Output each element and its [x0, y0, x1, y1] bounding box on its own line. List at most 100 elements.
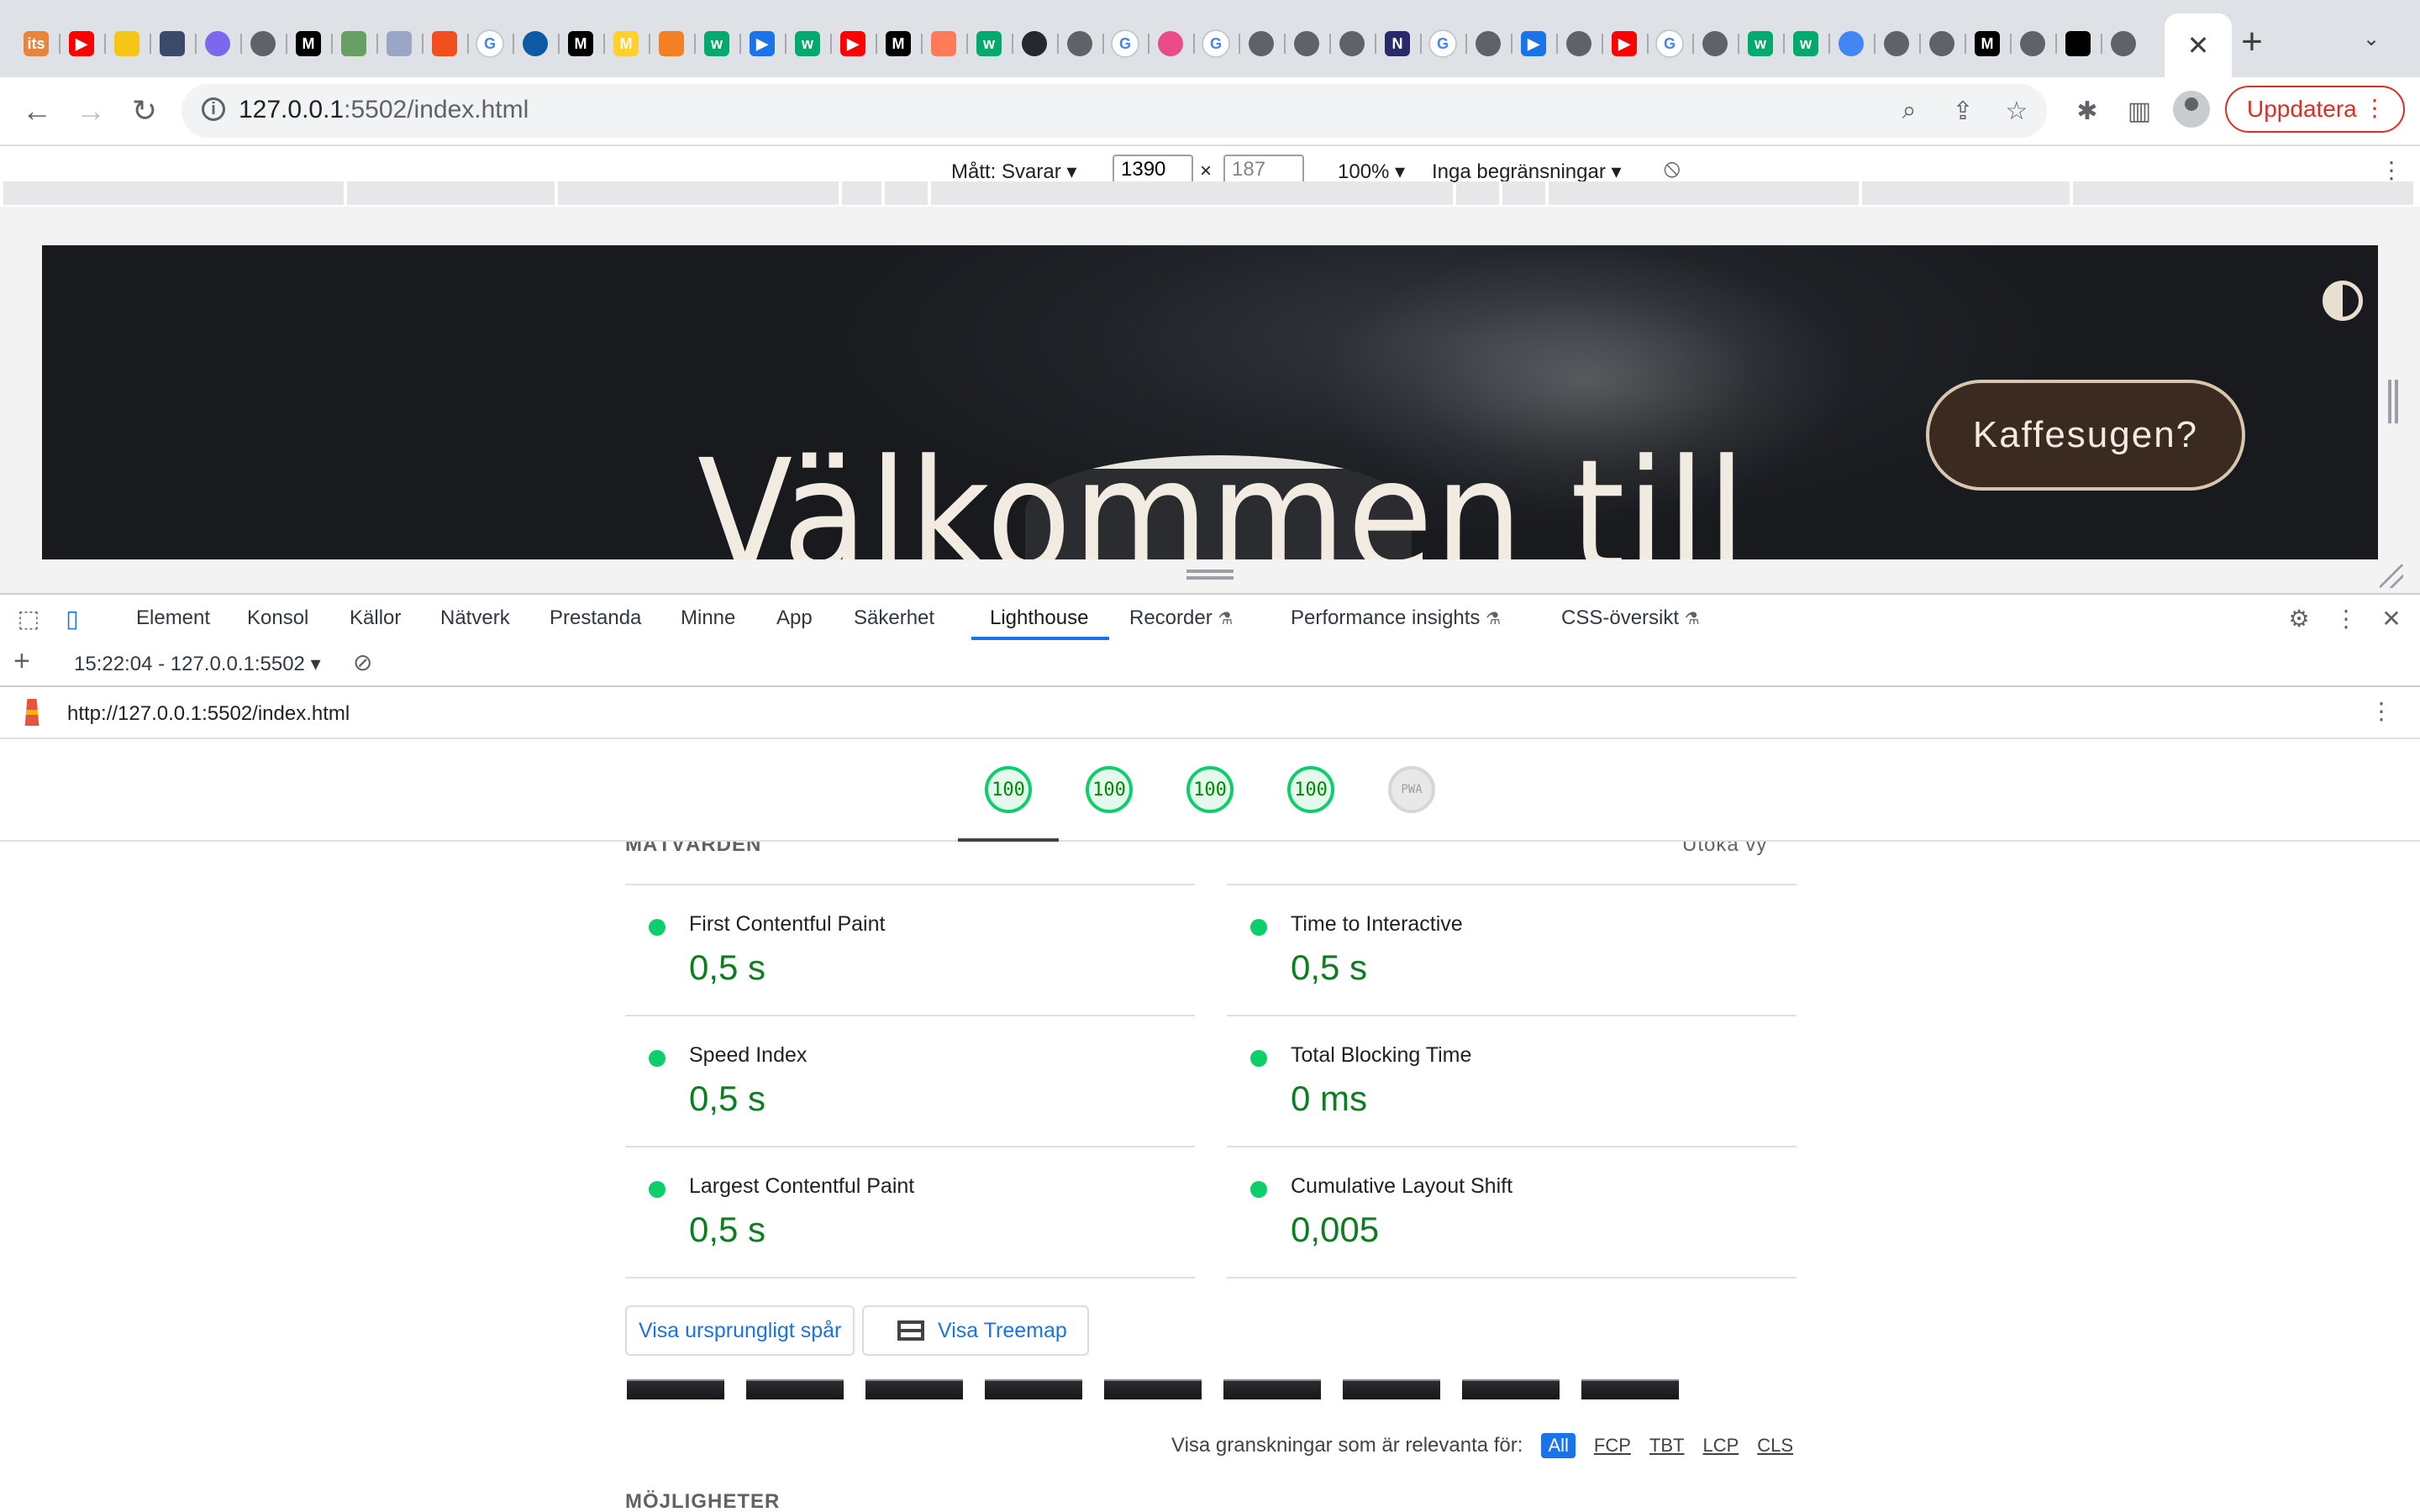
filter-fcp[interactable]: FCP	[1594, 1435, 1631, 1457]
address-url[interactable]: 127.0.0.1:5502/index.html	[239, 96, 529, 124]
browser-tab[interactable]: G	[1420, 27, 1465, 60]
plus-icon[interactable]: +	[13, 645, 30, 678]
browser-tab[interactable]	[422, 27, 467, 60]
media-query-bar[interactable]	[3, 181, 2417, 205]
tab-prestanda[interactable]: Prestanda	[550, 606, 641, 630]
browser-tab[interactable]	[1828, 27, 1874, 60]
score-gauge-accessibility[interactable]: 100	[1086, 766, 1133, 813]
zoom-icon[interactable]: ⌕	[1892, 94, 1926, 128]
rotate-icon[interactable]: ⦸	[1664, 155, 1681, 183]
active-tab[interactable]: ✕	[2165, 13, 2232, 77]
browser-tab[interactable]: M	[286, 27, 331, 60]
chevron-down-icon[interactable]: ⌄	[2363, 27, 2396, 60]
throttling-select[interactable]: Inga begränsningar ▾	[1432, 160, 1622, 184]
inspect-element-icon[interactable]: ⬚	[13, 603, 44, 633]
device-toggle-icon[interactable]: ▯	[57, 603, 87, 633]
filter-tbt[interactable]: TBT	[1649, 1435, 1685, 1457]
gear-icon[interactable]: ⚙	[2284, 603, 2314, 633]
more-vert-icon[interactable]: ⋮	[2380, 156, 2403, 184]
browser-tab[interactable]	[1239, 27, 1284, 60]
new-tab-button[interactable]: +	[2232, 21, 2272, 62]
browser-tab[interactable]: ▶	[1602, 27, 1647, 60]
dimensions-select[interactable]: Mått: Svarar ▾	[951, 160, 1076, 184]
update-button[interactable]: Uppdatera ⋮	[2225, 86, 2405, 133]
browser-tab[interactable]	[1329, 27, 1375, 60]
browser-tab[interactable]: M	[558, 27, 603, 60]
extensions-icon[interactable]: ✱	[2070, 94, 2104, 128]
browser-tab[interactable]	[195, 27, 240, 60]
browser-tab[interactable]: M	[876, 27, 921, 60]
browser-tab[interactable]: G	[1193, 27, 1239, 60]
tab-natverk[interactable]: Nätverk	[440, 606, 510, 630]
browser-tab[interactable]	[1692, 27, 1738, 60]
browser-tab[interactable]: G	[1102, 27, 1148, 60]
width-input[interactable]	[1113, 155, 1193, 185]
browser-tab[interactable]	[150, 27, 195, 60]
browser-tab[interactable]	[1465, 27, 1511, 60]
zoom-select[interactable]: 100% ▾	[1338, 160, 1405, 184]
browser-tab[interactable]	[649, 27, 694, 60]
report-select[interactable]: 15:22:04 - 127.0.0.1:5502 ▾	[74, 652, 321, 676]
expand-view-toggle[interactable]: Utöka vy	[1682, 842, 1767, 857]
share-icon[interactable]: ⇪	[1946, 94, 1980, 128]
tab-sakerhet[interactable]: Säkerhet	[854, 606, 934, 630]
close-icon[interactable]: ✕	[2376, 603, 2407, 633]
height-input[interactable]	[1223, 155, 1304, 185]
browser-tab[interactable]	[1556, 27, 1602, 60]
browser-tab[interactable]: w	[1783, 27, 1828, 60]
browser-tab[interactable]	[921, 27, 966, 60]
close-icon[interactable]: ✕	[2187, 29, 2210, 61]
view-treemap-button[interactable]: Visa Treemap	[862, 1305, 1089, 1356]
browser-tab[interactable]: M	[603, 27, 649, 60]
browser-tab[interactable]	[1874, 27, 1919, 60]
tab-minne[interactable]: Minne	[681, 606, 735, 630]
filter-cls[interactable]: CLS	[1757, 1435, 1793, 1457]
tab-lighthouse[interactable]: Lighthouse	[990, 606, 1088, 630]
filter-all[interactable]: All	[1541, 1433, 1576, 1458]
address-bar[interactable]: i 127.0.0.1:5502/index.html ⌕ ⇪ ☆	[182, 84, 2047, 138]
viewport-resize-handle-corner[interactable]	[2380, 564, 2403, 588]
tab-performance-insights[interactable]: Performance insights ⚗	[1291, 606, 1501, 630]
cta-button[interactable]: Kaffesugen?	[1926, 380, 2245, 491]
score-gauge-pwa[interactable]: PWA	[1388, 766, 1435, 813]
browser-tab[interactable]	[1012, 27, 1057, 60]
forward-button[interactable]: →	[67, 87, 114, 134]
info-icon[interactable]: i	[202, 97, 225, 121]
contrast-toggle-icon[interactable]	[2323, 281, 2363, 321]
filter-lcp[interactable]: LCP	[1702, 1435, 1739, 1457]
score-gauge-performance[interactable]: 100	[985, 766, 1032, 813]
browser-tab[interactable]	[104, 27, 150, 60]
tab-kallor[interactable]: Källor	[350, 606, 401, 630]
browser-tab[interactable]: M	[1965, 27, 2010, 60]
browser-tab[interactable]: w	[785, 27, 830, 60]
browser-tab[interactable]: ▶	[739, 27, 785, 60]
browser-tab[interactable]: its	[13, 27, 59, 60]
browser-tab[interactable]	[1057, 27, 1102, 60]
browser-tab[interactable]: G	[1647, 27, 1692, 60]
browser-tab[interactable]: w	[694, 27, 739, 60]
browser-tab[interactable]	[1919, 27, 1965, 60]
browser-tab[interactable]: ▶	[830, 27, 876, 60]
more-vert-icon[interactable]: ⋮	[2370, 697, 2393, 725]
browser-tab[interactable]	[376, 27, 422, 60]
browser-tab[interactable]	[513, 27, 558, 60]
more-vert-icon[interactable]: ⋮	[2331, 603, 2361, 633]
score-gauge-seo[interactable]: 100	[1287, 766, 1334, 813]
browser-tab[interactable]	[1284, 27, 1329, 60]
clear-icon[interactable]: ⊘	[353, 648, 372, 676]
browser-tab[interactable]: G	[467, 27, 513, 60]
back-button[interactable]: ←	[13, 87, 60, 134]
score-gauge-best-practices[interactable]: 100	[1186, 766, 1234, 813]
browser-tab[interactable]	[1148, 27, 1193, 60]
browser-tab[interactable]	[331, 27, 376, 60]
viewport-resize-handle-right[interactable]	[2388, 380, 2398, 423]
browser-tab[interactable]: w	[1738, 27, 1783, 60]
browser-tab[interactable]: ▶	[59, 27, 104, 60]
tab-konsol[interactable]: Konsol	[247, 606, 308, 630]
browser-tab[interactable]: N	[1375, 27, 1420, 60]
browser-tab[interactable]: w	[966, 27, 1012, 60]
side-panel-icon[interactable]: ▥	[2123, 94, 2156, 128]
tab-app[interactable]: App	[776, 606, 813, 630]
star-icon[interactable]: ☆	[2000, 94, 2033, 128]
tab-recorder[interactable]: Recorder ⚗	[1129, 606, 1233, 630]
